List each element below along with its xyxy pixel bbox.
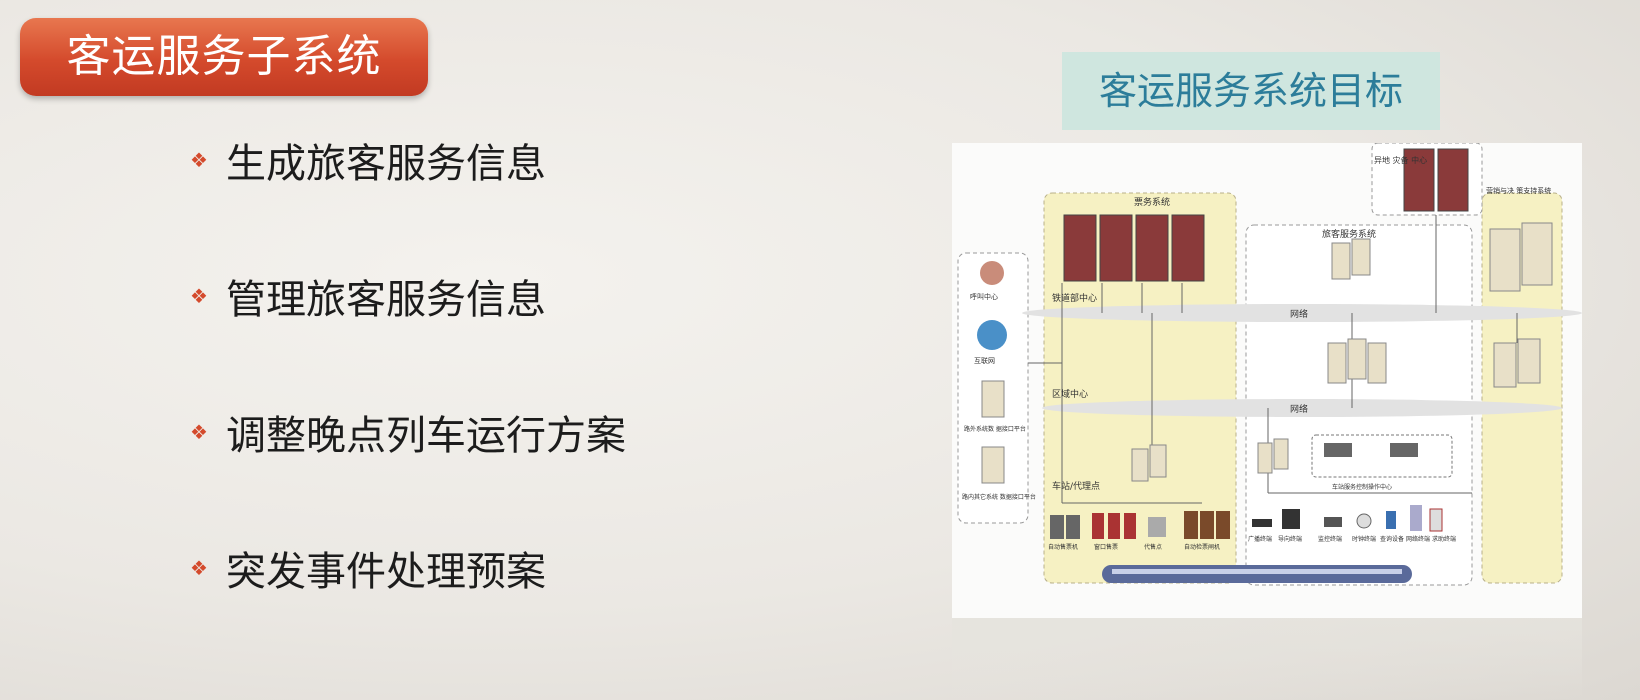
bullet-item: ❖ 管理旅客服务信息 xyxy=(190,266,546,326)
architecture-diagram: 票务系统 旅客服务系统 铁道部中心 区域中心 车站/代理点 网络 网络 呼叫中心… xyxy=(952,143,1582,618)
station-label: 车站/代理点 xyxy=(1052,480,1100,492)
system-target-label: 客运服务系统目标 xyxy=(1062,52,1440,130)
terminal-label: 查询设备 xyxy=(1380,535,1404,543)
bullet-text: 调整晚点列车运行方案 xyxy=(226,413,626,459)
railway-center-label: 铁道部中心 xyxy=(1052,292,1097,304)
diamond-bullet-icon: ❖ xyxy=(190,284,208,308)
regional-center-label: 区域中心 xyxy=(1052,388,1088,400)
station-control-label: 车站服务控制操作中心 xyxy=(1332,483,1392,491)
control-monitor xyxy=(1390,443,1418,457)
internet-globe-icon xyxy=(977,320,1007,350)
gate-label: 自动检票闸机 xyxy=(1184,543,1220,551)
terminal-label: 时钟终端 xyxy=(1352,535,1376,543)
window-label: 窗口售票 xyxy=(1094,543,1118,551)
slide-title: 客运服务子系统 xyxy=(20,18,428,96)
terminal-label: 网络终端 xyxy=(1406,535,1430,543)
diagram-reflection xyxy=(952,618,1582,700)
ticket-machine-label: 自动售票机 xyxy=(1048,543,1078,551)
bullet-item: ❖ 生成旅客服务信息 xyxy=(190,130,546,190)
bullet-text: 管理旅客服务信息 xyxy=(226,277,546,323)
diamond-bullet-icon: ❖ xyxy=(190,420,208,444)
backup-center-label: 异地 灾备 中心 xyxy=(1374,155,1427,165)
bullet-item: ❖ 突发事件处理预案 xyxy=(190,538,546,598)
terminal-label: 广播终端 xyxy=(1248,535,1272,543)
call-center-label: 呼叫中心 xyxy=(970,292,998,301)
call-center-icon xyxy=(980,261,1004,285)
diamond-bullet-icon: ❖ xyxy=(190,556,208,580)
terminal-label: 监控终端 xyxy=(1318,535,1342,543)
control-monitor xyxy=(1324,443,1352,457)
passenger-service-label: 旅客服务系统 xyxy=(1322,228,1376,240)
bullet-item: ❖ 调整晚点列车运行方案 xyxy=(190,402,626,462)
marketing-label: 营销与决 策支持系统 xyxy=(1486,186,1551,195)
network-label-upper: 网络 xyxy=(1290,308,1308,320)
external-platform-server-icon xyxy=(981,380,1005,418)
external-platform-label: 路外系统数 据接口平台 xyxy=(964,425,1026,433)
internal-platform-server-icon xyxy=(981,446,1005,484)
terminal-label: 导向终端 xyxy=(1278,535,1302,543)
agent-label: 代售点 xyxy=(1144,543,1162,551)
network-label-lower: 网络 xyxy=(1290,403,1308,415)
architecture-svg: 票务系统 旅客服务系统 铁道部中心 区域中心 车站/代理点 网络 网络 呼叫中心… xyxy=(957,143,1582,586)
other-platform-label: 路内其它系统 数据接口平台 xyxy=(962,493,1036,501)
terminal-label: 求助终端 xyxy=(1432,535,1456,543)
ticket-system-label: 票务系统 xyxy=(1134,196,1170,208)
bullet-text: 生成旅客服务信息 xyxy=(226,141,546,187)
train-windows xyxy=(1112,569,1402,574)
diamond-bullet-icon: ❖ xyxy=(190,148,208,172)
internet-label: 互联网 xyxy=(974,356,995,365)
bullet-text: 突发事件处理预案 xyxy=(226,549,546,595)
